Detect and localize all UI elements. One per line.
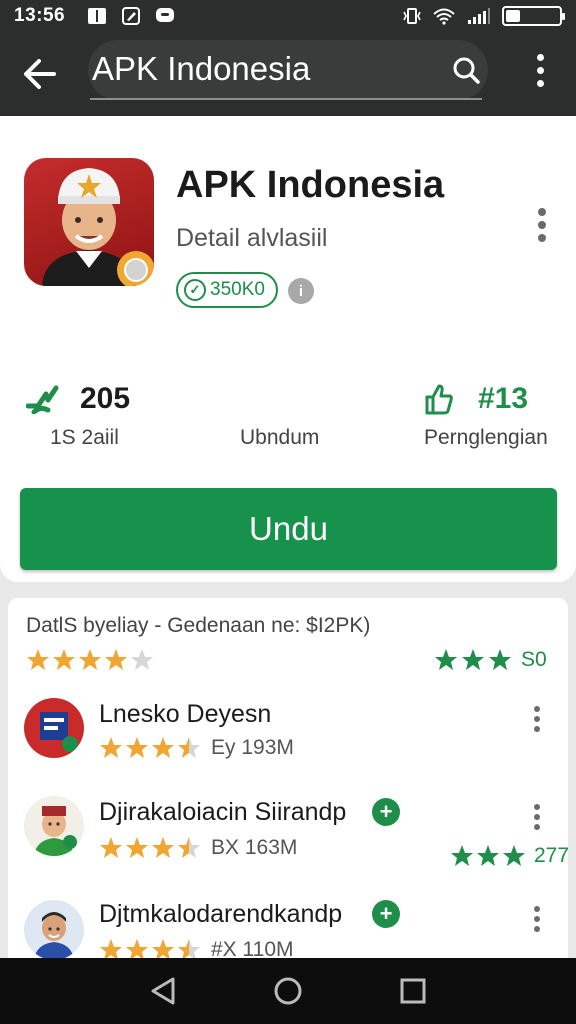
install-button[interactable]: Undu bbox=[20, 488, 557, 570]
stat-download: Ubndum bbox=[240, 382, 319, 450]
verified-plus-icon: + bbox=[372, 798, 400, 826]
star-empty-icon bbox=[131, 649, 153, 670]
trend-arrow-icon bbox=[26, 385, 59, 414]
star-green-icon bbox=[477, 845, 499, 866]
overall-score: S0 bbox=[521, 648, 547, 671]
review-item: Djirakaloiacin Siirandp + BX 163M 277 bbox=[8, 796, 569, 896]
reviewer-name: Djirakaloiacin Siirandp bbox=[99, 798, 347, 826]
star-icon bbox=[152, 837, 174, 858]
back-triangle-icon bbox=[151, 977, 175, 1005]
vibrate-icon bbox=[403, 8, 421, 24]
install-value: #13 bbox=[478, 382, 529, 415]
overall-green-stars: S0 bbox=[434, 648, 547, 672]
search-button[interactable] bbox=[446, 50, 486, 90]
thumb-up-icon bbox=[425, 384, 453, 415]
download-label: Ubndum bbox=[240, 426, 320, 449]
more-options-button[interactable] bbox=[520, 48, 560, 92]
verified-plus-icon: + bbox=[372, 900, 400, 928]
reviewer-name: Djtmkalodarendkandp bbox=[99, 900, 343, 928]
star-green-icon bbox=[451, 845, 473, 866]
back-button[interactable] bbox=[0, 32, 80, 116]
review-size: BX 163M bbox=[211, 836, 298, 859]
reviews-header: DatlS byeliay - Gedenaan ne: $I2PK) bbox=[26, 614, 371, 637]
app-more-button[interactable] bbox=[528, 208, 556, 252]
review-stars: Ey 193M bbox=[99, 736, 294, 760]
downloads-badge: ✓ 350K0 bbox=[176, 272, 278, 308]
stat-rating: 205 1S 2aiil bbox=[26, 382, 130, 450]
review-green-stars: 277 bbox=[450, 844, 569, 868]
reviewer-name: Lnesko Deyesn bbox=[99, 700, 272, 728]
overall-stars bbox=[26, 648, 154, 672]
nav-recents-button[interactable] bbox=[393, 971, 433, 1011]
star-green-icon bbox=[435, 649, 457, 670]
toolbar-title[interactable]: APK Indonesia bbox=[92, 50, 310, 88]
star-icon bbox=[126, 737, 148, 758]
nav-home-button[interactable] bbox=[268, 971, 308, 1011]
rating-value: 205 bbox=[80, 382, 131, 415]
rating-label: 1S 2aiil bbox=[50, 426, 119, 449]
recents-square-icon bbox=[400, 978, 426, 1004]
chat-icon bbox=[156, 8, 175, 22]
star-icon bbox=[105, 649, 127, 670]
install-label: Pernglengian bbox=[424, 426, 548, 449]
review-right-score: 277 bbox=[534, 844, 570, 867]
status-bar: 13:56 bbox=[0, 0, 576, 32]
app-name: APK Indonesia bbox=[176, 164, 445, 206]
app-icon[interactable] bbox=[24, 158, 154, 286]
edit-icon bbox=[122, 7, 141, 25]
star-green-icon bbox=[503, 845, 525, 866]
star-half-icon bbox=[178, 837, 200, 858]
badge-text: 350K0 bbox=[210, 279, 265, 300]
search-underline bbox=[90, 98, 482, 100]
star-icon bbox=[152, 737, 174, 758]
avatar[interactable] bbox=[24, 698, 84, 758]
home-circle-icon bbox=[274, 977, 302, 1005]
toolbar: APK Indonesia bbox=[0, 32, 576, 116]
review-size: Ey 193M bbox=[211, 736, 294, 759]
star-icon bbox=[53, 649, 75, 670]
star-icon bbox=[27, 649, 49, 670]
avatar[interactable] bbox=[24, 796, 84, 856]
more-vert-icon bbox=[534, 804, 540, 810]
more-vert-icon bbox=[534, 706, 540, 712]
search-icon bbox=[453, 57, 480, 84]
arrow-left-icon bbox=[24, 59, 56, 89]
signal-icon bbox=[468, 8, 490, 24]
review-more-button[interactable] bbox=[534, 906, 542, 932]
more-vert-icon bbox=[538, 208, 546, 216]
stat-install: #13 Pernglengian bbox=[424, 382, 548, 450]
book-icon bbox=[88, 8, 107, 24]
review-more-button[interactable] bbox=[534, 804, 542, 830]
wifi-icon bbox=[433, 8, 455, 25]
star-green-icon bbox=[489, 649, 511, 670]
check-circle-icon: ✓ bbox=[184, 279, 206, 301]
more-vert-icon bbox=[534, 906, 540, 912]
system-nav-bar bbox=[0, 958, 576, 1024]
battery-icon bbox=[502, 6, 565, 26]
star-icon bbox=[100, 837, 122, 858]
star-icon bbox=[79, 649, 101, 670]
nav-back-button[interactable] bbox=[143, 971, 183, 1011]
star-green-icon bbox=[462, 649, 484, 670]
star-icon bbox=[126, 837, 148, 858]
review-item: Lnesko Deyesn Ey 193M bbox=[8, 694, 568, 794]
more-vert-icon bbox=[536, 53, 544, 61]
avatar[interactable] bbox=[24, 900, 84, 960]
info-icon[interactable]: i bbox=[288, 278, 314, 304]
app-details-card: APK Indonesia Detail alvlasiil ✓ 350K0 i… bbox=[0, 116, 576, 582]
review-more-button[interactable] bbox=[534, 706, 542, 732]
status-time: 13:56 bbox=[14, 5, 66, 26]
review-stars: BX 163M bbox=[99, 836, 297, 860]
star-icon bbox=[100, 737, 122, 758]
star-half-icon bbox=[178, 737, 200, 758]
app-subtitle: Detail alvlasiil bbox=[176, 224, 328, 252]
